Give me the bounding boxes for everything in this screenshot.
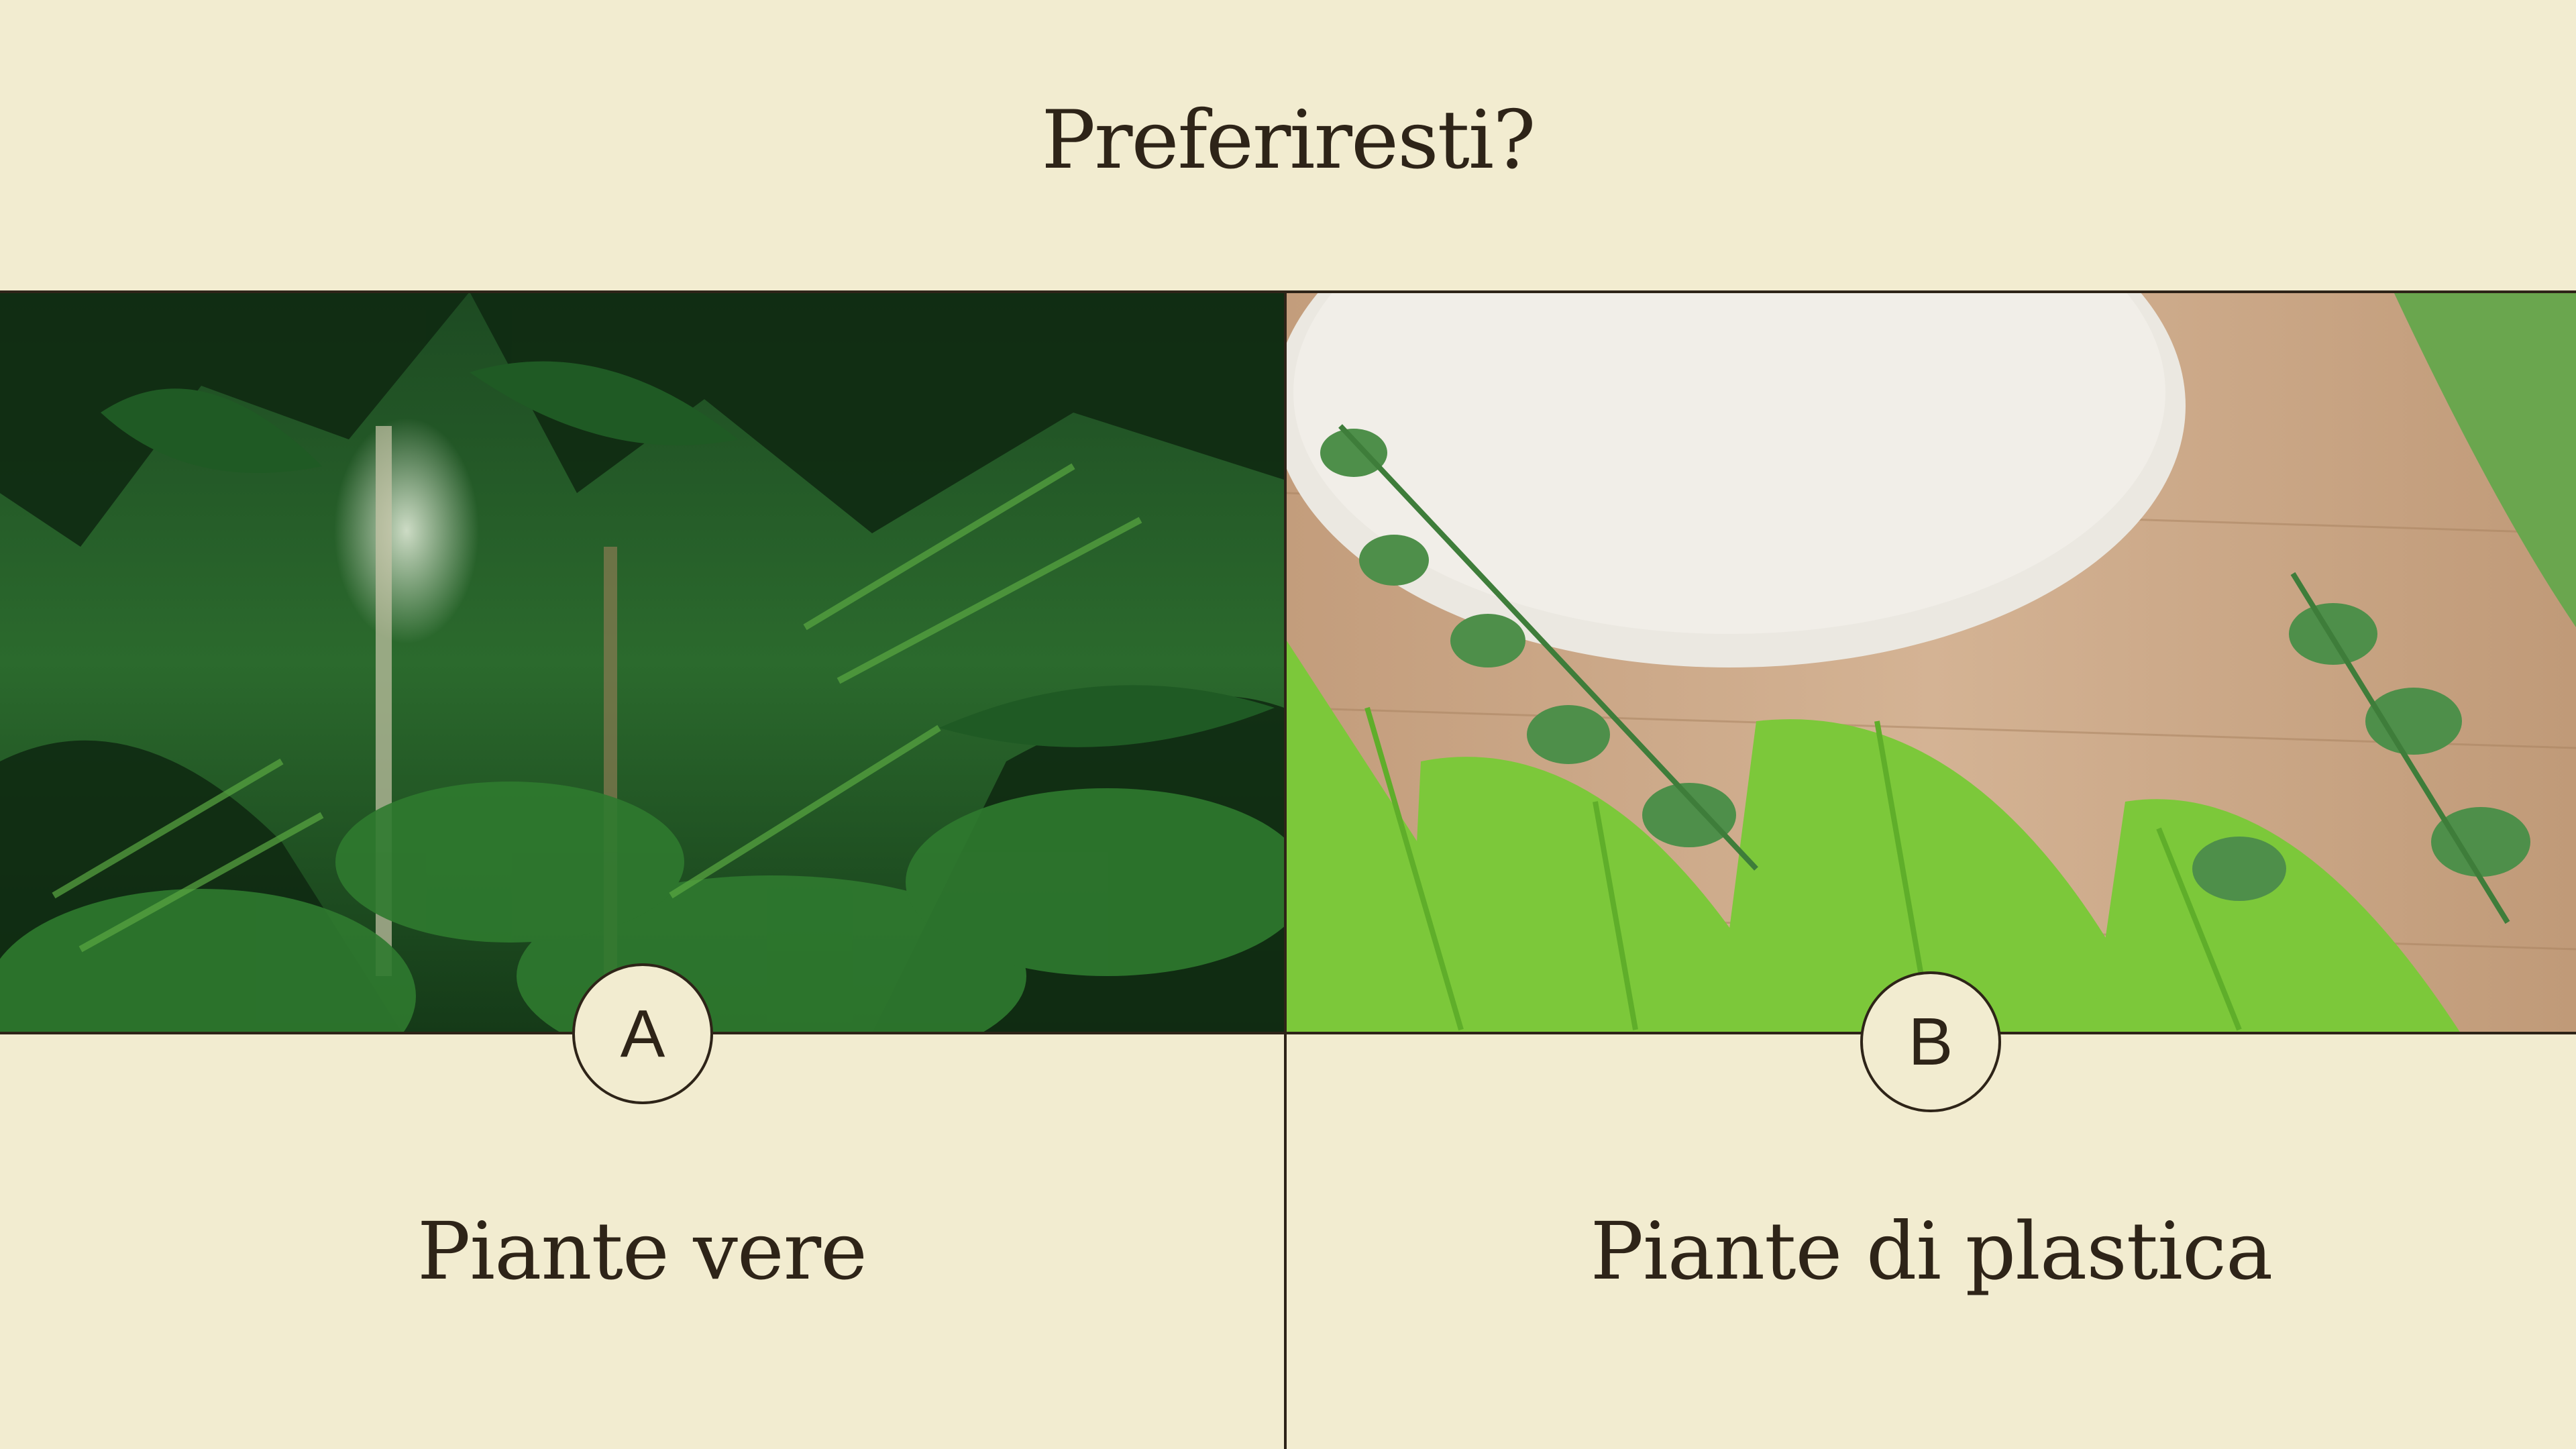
photo-top-divider <box>0 290 2576 293</box>
option-a-badge[interactable]: A <box>572 963 713 1104</box>
slide: Preferiresti? A B Piante vere Piante di … <box>0 0 2576 1449</box>
option-b-label[interactable]: Piante di plastica <box>1287 1201 2576 1301</box>
photo-bottom-divider <box>0 1032 2576 1034</box>
option-a-photo <box>0 292 1284 1033</box>
option-b-photo <box>1287 292 2576 1033</box>
option-a-label[interactable]: Piante vere <box>0 1201 1284 1301</box>
option-b-badge[interactable]: B <box>1860 971 2001 1112</box>
slide-title: Preferiresti? <box>1041 94 1536 187</box>
